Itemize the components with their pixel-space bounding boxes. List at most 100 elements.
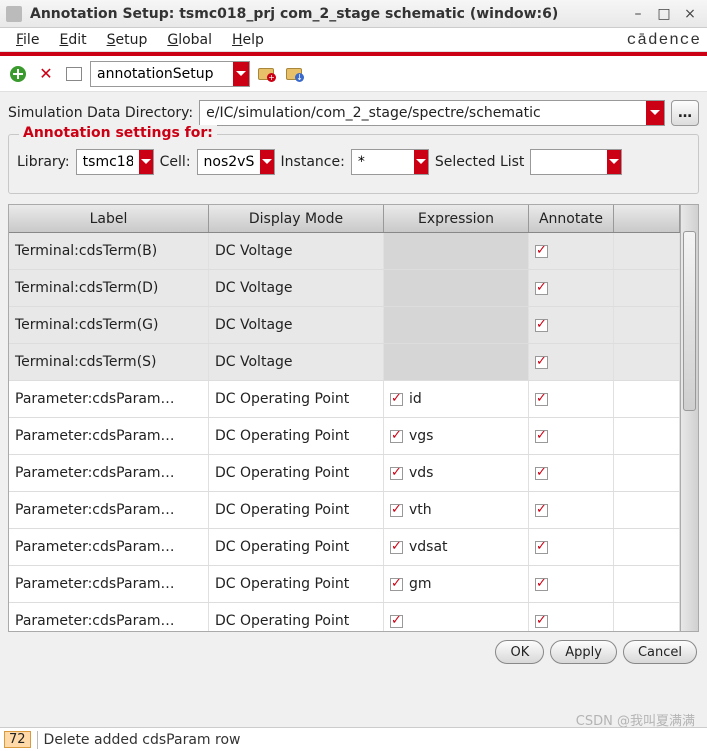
menu-edit[interactable]: Edit	[49, 30, 96, 50]
annotate-checkbox[interactable]	[535, 319, 548, 332]
col-display-mode[interactable]: Display Mode	[209, 205, 384, 232]
expression-checkbox[interactable]	[390, 393, 403, 406]
table-row[interactable]: Parameter:cdsParam…DC Operating Pointgm	[9, 566, 680, 603]
cell-display-mode[interactable]: DC Voltage	[209, 233, 384, 269]
cell-annotate[interactable]	[529, 455, 614, 491]
cell-display-mode[interactable]: DC Voltage	[209, 270, 384, 306]
selected-list-combo[interactable]	[530, 149, 622, 175]
cell-display-mode[interactable]: DC Voltage	[209, 344, 384, 380]
cell-display-mode[interactable]: DC Operating Point	[209, 455, 384, 491]
table-row[interactable]: Parameter:cdsParam…DC Operating Point	[9, 603, 680, 631]
add-button[interactable]	[6, 62, 30, 86]
delete-button[interactable]: ✕	[34, 62, 58, 86]
expression-checkbox[interactable]	[390, 504, 403, 517]
cell-input[interactable]	[198, 152, 260, 172]
chevron-down-icon[interactable]	[414, 150, 428, 174]
cell-display-mode[interactable]: DC Operating Point	[209, 603, 384, 631]
minimize-button[interactable]: –	[627, 4, 649, 24]
cell-expression[interactable]: id	[384, 381, 529, 417]
browse-button[interactable]: …	[671, 100, 699, 126]
cell-display-mode[interactable]: DC Operating Point	[209, 529, 384, 565]
annotate-checkbox[interactable]	[535, 430, 548, 443]
cell-expression[interactable]: vds	[384, 455, 529, 491]
annotate-checkbox[interactable]	[535, 504, 548, 517]
maximize-button[interactable]: □	[653, 4, 675, 24]
annotate-checkbox[interactable]	[535, 615, 548, 628]
annotate-checkbox[interactable]	[535, 356, 548, 369]
library-input[interactable]	[77, 152, 139, 172]
col-label[interactable]: Label	[9, 205, 209, 232]
annotate-checkbox[interactable]	[535, 578, 548, 591]
close-button[interactable]: ×	[679, 4, 701, 24]
menu-file[interactable]: File	[6, 30, 49, 50]
menu-global[interactable]: Global	[157, 30, 222, 50]
vertical-scrollbar[interactable]	[680, 205, 698, 631]
table-row[interactable]: Parameter:cdsParam…DC Operating Pointvds…	[9, 529, 680, 566]
sim-dir-combo[interactable]: e/IC/simulation/com_2_stage/spectre/sche…	[199, 100, 665, 126]
cell-expression[interactable]: gm	[384, 566, 529, 602]
cell-expression[interactable]: vgs	[384, 418, 529, 454]
open-folder-button[interactable]: +	[254, 62, 278, 86]
annotate-checkbox[interactable]	[535, 282, 548, 295]
menu-setup[interactable]: Setup	[97, 30, 158, 50]
cell-display-mode[interactable]: DC Operating Point	[209, 492, 384, 528]
chevron-down-icon[interactable]	[139, 150, 153, 174]
cell-display-mode[interactable]: DC Operating Point	[209, 418, 384, 454]
instance-input[interactable]	[352, 152, 414, 172]
cell-annotate[interactable]	[529, 566, 614, 602]
cell-expression[interactable]	[384, 603, 529, 631]
selected-list-input[interactable]	[531, 152, 606, 172]
cell-annotate[interactable]	[529, 529, 614, 565]
chevron-down-icon[interactable]	[260, 150, 274, 174]
cancel-button[interactable]: Cancel	[623, 640, 697, 664]
cell-combo[interactable]	[197, 149, 275, 175]
table-row[interactable]: Terminal:cdsTerm(B)DC Voltage	[9, 233, 680, 270]
cell-annotate[interactable]	[529, 233, 614, 269]
chevron-down-icon[interactable]	[607, 150, 622, 174]
annotate-checkbox[interactable]	[535, 467, 548, 480]
annotate-checkbox[interactable]	[535, 541, 548, 554]
menu-help[interactable]: Help	[222, 30, 274, 50]
apply-button[interactable]: Apply	[550, 640, 617, 664]
cell-annotate[interactable]	[529, 603, 614, 631]
cell-annotate[interactable]	[529, 344, 614, 380]
scrollbar-thumb[interactable]	[683, 231, 696, 411]
table-row[interactable]: Parameter:cdsParam…DC Operating Pointvth	[9, 492, 680, 529]
cell-expression[interactable]: vdsat	[384, 529, 529, 565]
cell-display-mode[interactable]: DC Operating Point	[209, 381, 384, 417]
annotation-setup-input[interactable]	[91, 64, 233, 84]
expression-checkbox[interactable]	[390, 467, 403, 480]
cell-expression[interactable]	[384, 344, 529, 380]
ok-button[interactable]: OK	[495, 640, 544, 664]
annotate-checkbox[interactable]	[535, 245, 548, 258]
cell-annotate[interactable]	[529, 270, 614, 306]
sheet-button[interactable]	[62, 62, 86, 86]
cell-annotate[interactable]	[529, 492, 614, 528]
cell-expression[interactable]	[384, 307, 529, 343]
expression-checkbox[interactable]	[390, 578, 403, 591]
library-combo[interactable]	[76, 149, 154, 175]
table-row[interactable]: Parameter:cdsParam…DC Operating Pointvgs	[9, 418, 680, 455]
annotate-checkbox[interactable]	[535, 393, 548, 406]
save-folder-button[interactable]: ↓	[282, 62, 306, 86]
expression-checkbox[interactable]	[390, 541, 403, 554]
annotation-setup-combo[interactable]	[90, 61, 250, 87]
cell-annotate[interactable]	[529, 418, 614, 454]
cell-display-mode[interactable]: DC Operating Point	[209, 566, 384, 602]
col-annotate[interactable]: Annotate	[529, 205, 614, 232]
cell-annotate[interactable]	[529, 307, 614, 343]
cell-display-mode[interactable]: DC Voltage	[209, 307, 384, 343]
cell-expression[interactable]	[384, 233, 529, 269]
expression-checkbox[interactable]	[390, 430, 403, 443]
table-row[interactable]: Parameter:cdsParam…DC Operating Pointvds	[9, 455, 680, 492]
chevron-down-icon[interactable]	[233, 62, 249, 86]
col-expression[interactable]: Expression	[384, 205, 529, 232]
chevron-down-icon[interactable]	[646, 101, 664, 125]
instance-combo[interactable]	[351, 149, 429, 175]
table-row[interactable]: Terminal:cdsTerm(G)DC Voltage	[9, 307, 680, 344]
cell-expression[interactable]	[384, 270, 529, 306]
cell-annotate[interactable]	[529, 381, 614, 417]
cell-expression[interactable]: vth	[384, 492, 529, 528]
expression-checkbox[interactable]	[390, 615, 403, 628]
table-row[interactable]: Parameter:cdsParam…DC Operating Pointid	[9, 381, 680, 418]
